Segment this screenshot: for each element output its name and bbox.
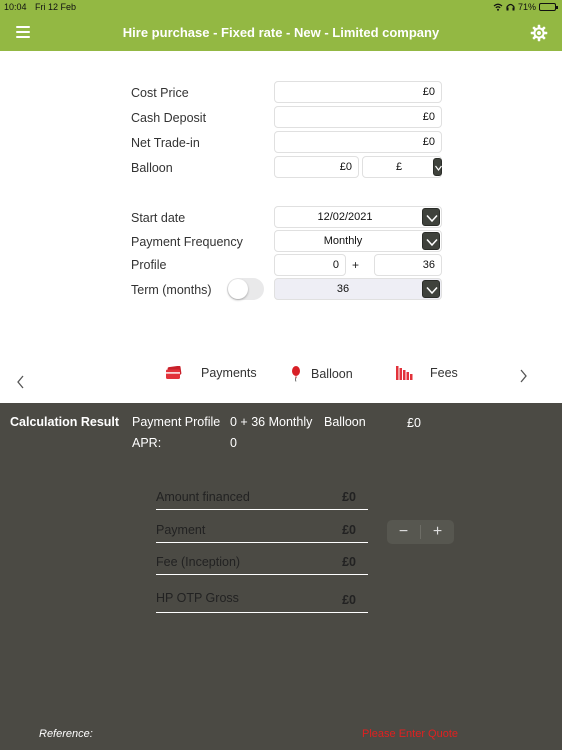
result-row-value: £0 <box>342 523 356 537</box>
chevron-left-icon[interactable] <box>15 374 27 390</box>
result-balloon-value: £0 <box>407 416 421 430</box>
payment-frequency-label: Payment Frequency <box>131 235 243 249</box>
profile-label: Profile <box>131 258 167 272</box>
profile-upfront-input[interactable]: 0 <box>274 254 346 276</box>
term-select[interactable]: 36 <box>274 278 442 300</box>
gear-icon[interactable] <box>530 24 548 42</box>
chevron-down-icon <box>426 214 438 223</box>
tab-fees[interactable]: Fees <box>396 366 458 380</box>
balloon-unit-select[interactable]: £ <box>362 156 442 178</box>
term-toggle[interactable] <box>227 278 264 300</box>
payment-stepper: − + <box>387 520 454 544</box>
start-date-label: Start date <box>131 211 186 225</box>
stepper-increment-button[interactable]: + <box>421 520 454 544</box>
status-right: 71% <box>493 2 558 12</box>
cost-price-label: Cost Price <box>131 86 189 100</box>
section-tabs: Payments Balloon Fees <box>0 360 562 400</box>
result-row-payment: Payment £0 <box>156 521 368 543</box>
result-row-value: £0 <box>342 555 356 569</box>
result-balloon-label: Balloon <box>324 415 366 429</box>
balloon-label: Balloon <box>131 161 173 175</box>
apr-label: APR: <box>132 436 162 450</box>
tab-payments-label: Payments <box>201 366 257 380</box>
result-row-value: £0 <box>342 593 356 607</box>
apr-value: 0 <box>230 436 237 450</box>
balloon-unit-dropdown-button[interactable] <box>433 158 442 176</box>
tab-balloon[interactable]: Balloon <box>291 366 353 382</box>
cash-deposit-label: Cash Deposit <box>131 111 207 125</box>
cost-price-input[interactable]: £0 <box>274 81 442 103</box>
chevron-down-icon <box>426 286 438 295</box>
wifi-icon <box>493 3 503 11</box>
result-row-fee-inception: Fee (Inception) £0 <box>156 553 368 575</box>
status-date: Fri 12 Feb <box>35 2 77 12</box>
balloon-input[interactable]: £0 <box>274 156 359 178</box>
payment-profile-value: 0 + 36 Monthly <box>230 415 313 429</box>
net-trade-in-input[interactable]: £0 <box>274 131 442 153</box>
chevron-down-icon <box>435 165 442 171</box>
profile-payments-input[interactable]: 36 <box>374 254 442 276</box>
start-date-dropdown-button[interactable] <box>422 208 440 226</box>
result-row-hp-otp-gross: HP OTP Gross £0 <box>156 589 368 613</box>
battery-percent: 71% <box>517 2 536 12</box>
chevron-right-icon[interactable] <box>517 368 529 384</box>
start-date-input[interactable]: 12/02/2021 <box>274 206 442 228</box>
chevron-down-icon <box>426 238 438 247</box>
payment-frequency-dropdown-button[interactable] <box>422 232 440 250</box>
term-label: Term (months) <box>131 283 212 297</box>
calculation-result-panel <box>0 403 562 750</box>
payment-profile-label: Payment Profile <box>132 415 221 429</box>
result-heading: Calculation Result <box>10 415 120 429</box>
toggle-knob <box>228 279 248 299</box>
reference-label: Reference: <box>39 728 93 740</box>
result-row-label: Payment <box>156 523 206 537</box>
result-row-value: £0 <box>342 490 356 504</box>
battery-icon <box>539 3 558 11</box>
cash-deposit-input[interactable]: £0 <box>274 106 442 128</box>
status-time: 10:04 <box>4 2 27 12</box>
net-trade-in-label: Net Trade-in <box>131 136 200 150</box>
payment-frequency-select[interactable]: Monthly <box>274 230 442 252</box>
stepper-decrement-button[interactable]: − <box>387 520 420 544</box>
profile-plus-sign: + <box>352 258 360 272</box>
result-row-label: Amount financed <box>156 490 250 504</box>
headphones-icon <box>506 3 515 11</box>
tab-fees-label: Fees <box>430 366 458 380</box>
tab-balloon-label: Balloon <box>311 367 353 381</box>
result-row-label: Fee (Inception) <box>156 555 241 569</box>
term-dropdown-button[interactable] <box>422 280 440 298</box>
reference-warning[interactable]: Please Enter Quote <box>362 728 458 740</box>
page-title: Hire purchase - Fixed rate - New - Limit… <box>122 25 440 40</box>
tab-payments[interactable]: Payments <box>165 366 257 380</box>
result-row-label: HP OTP Gross <box>156 591 239 605</box>
result-row-amount-financed: Amount financed £0 <box>156 488 368 510</box>
balloon-icon <box>292 366 300 382</box>
card-icon <box>166 366 182 379</box>
fees-bars-icon <box>396 366 413 380</box>
status-bar: 10:04 Fri 12 Feb 71% <box>0 0 562 15</box>
navigation-bar: Hire purchase - Fixed rate - New - Limit… <box>0 15 562 51</box>
